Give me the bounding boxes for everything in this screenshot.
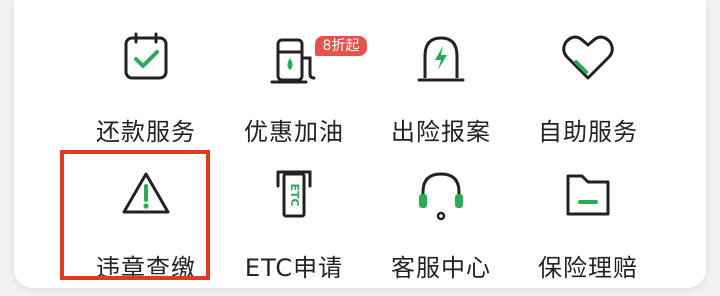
- service-repayment[interactable]: 还款服务: [71, 28, 221, 148]
- discount-badge: 8折起: [315, 36, 367, 56]
- etc-icon-text: ETC: [288, 183, 301, 206]
- folder-icon: [558, 164, 618, 224]
- service-self-service[interactable]: 自助服务: [513, 28, 663, 148]
- service-customer-center[interactable]: 客服中心: [366, 164, 516, 284]
- selection-highlight-box: [60, 150, 210, 280]
- services-grid: 还款服务 8折起 优惠加油 出险报案 自助服务 违章查缴 ETC ETC申请 客…: [14, 0, 706, 288]
- service-label: 保险理赔: [538, 254, 638, 282]
- etc-card-icon: ETC: [264, 164, 324, 224]
- calendar-check-icon: [116, 28, 176, 88]
- service-fuel-discount[interactable]: 8折起 优惠加油: [219, 28, 369, 148]
- service-label: 自助服务: [538, 118, 638, 146]
- service-label: 优惠加油: [244, 118, 344, 146]
- service-etc-application[interactable]: ETC ETC申请: [219, 164, 369, 284]
- service-label: ETC申请: [244, 254, 344, 282]
- service-insurance-claim[interactable]: 保险理赔: [513, 164, 663, 284]
- siren-lightning-icon: [411, 28, 471, 88]
- heart-icon: [558, 28, 618, 88]
- service-label: 还款服务: [96, 118, 196, 146]
- fuel-pump-icon: [264, 28, 324, 88]
- headset-icon: [411, 164, 471, 224]
- service-label: 出险报案: [391, 118, 491, 146]
- service-claim-report[interactable]: 出险报案: [366, 28, 516, 148]
- service-label: 客服中心: [391, 254, 491, 282]
